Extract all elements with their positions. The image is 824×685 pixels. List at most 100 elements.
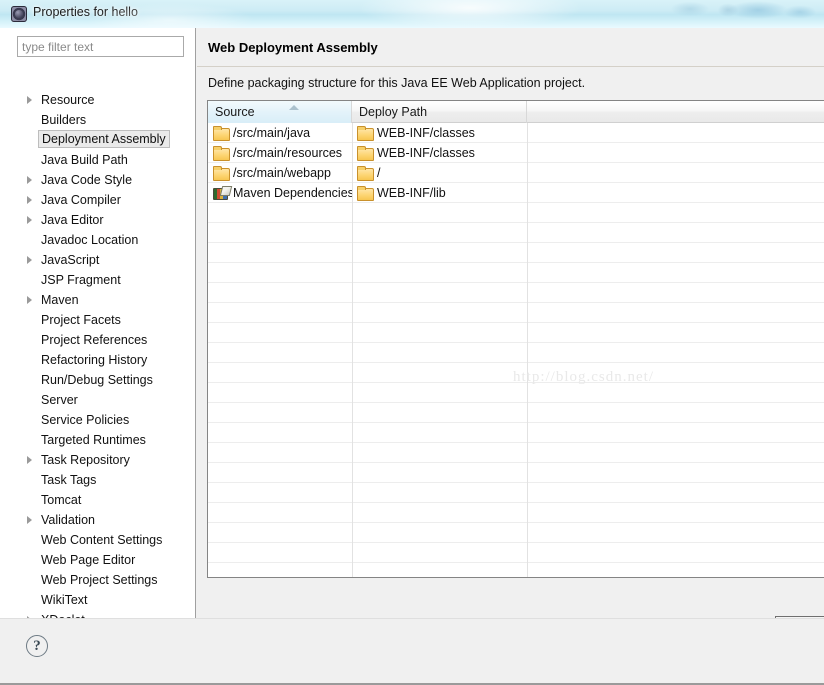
cell-source: /src/main/webapp xyxy=(208,163,352,183)
sidebar-item-builders[interactable]: Builders xyxy=(0,110,195,130)
expand-arrow-icon[interactable] xyxy=(27,216,32,224)
cell-deploy-path: WEB-INF/lib xyxy=(352,183,527,203)
sidebar-item-web-content-settings[interactable]: Web Content Settings xyxy=(0,530,195,550)
sidebar-item-tomcat[interactable]: Tomcat xyxy=(0,490,195,510)
sidebar-item-wikitext[interactable]: WikiText xyxy=(0,590,195,610)
folder-icon xyxy=(357,126,374,141)
sidebar-item-label: Javadoc Location xyxy=(41,233,139,247)
properties-dialog: Properties for hello Resource Builders Dep… xyxy=(0,0,824,685)
table-row[interactable]: /src/main/java WEB-INF/classes xyxy=(208,123,824,143)
sidebar-item-label: Service Policies xyxy=(41,413,130,427)
table-row-empty[interactable] xyxy=(208,223,824,243)
table-row-empty[interactable] xyxy=(208,203,824,223)
sidebar-item-label: Maven xyxy=(41,293,79,307)
table-row-empty[interactable] xyxy=(208,343,824,363)
sidebar-item-task-tags[interactable]: Task Tags xyxy=(0,470,195,490)
cell-source: Maven Dependencies xyxy=(208,183,352,203)
filter-input[interactable] xyxy=(17,36,184,57)
sidebar-item-javadoc-location[interactable]: Javadoc Location xyxy=(0,230,195,250)
table-row-empty[interactable] xyxy=(208,383,824,403)
table-row-empty[interactable] xyxy=(208,323,824,343)
sidebar-item-web-page-editor[interactable]: Web Page Editor xyxy=(0,550,195,570)
window-titlebar[interactable]: Properties for hello xyxy=(0,0,824,28)
sidebar-item-java-editor[interactable]: Java Editor xyxy=(0,210,195,230)
sidebar-item-task-repository[interactable]: Task Repository xyxy=(0,450,195,470)
sidebar-item-label: Run/Debug Settings xyxy=(41,373,153,387)
sidebar-item-label: Resource xyxy=(41,93,95,107)
table-row[interactable]: Maven Dependencies WEB-INF/lib xyxy=(208,183,824,203)
sidebar-item-javascript[interactable]: JavaScript xyxy=(0,250,195,270)
table-row-empty[interactable] xyxy=(208,423,824,443)
cell-deploy-path-label: WEB-INF/classes xyxy=(377,126,475,140)
cell-source: /src/main/java xyxy=(208,123,352,143)
expand-arrow-icon[interactable] xyxy=(27,256,32,264)
cell-source: /src/main/resources xyxy=(208,143,352,163)
table-row-empty[interactable] xyxy=(208,443,824,463)
sidebar-item-server[interactable]: Server xyxy=(0,390,195,410)
sidebar-item-label: Web Content Settings xyxy=(41,533,163,547)
table-row-empty[interactable] xyxy=(208,403,824,423)
table-row-empty[interactable] xyxy=(208,283,824,303)
table-row[interactable]: /src/main/resources WEB-INF/classes xyxy=(208,143,824,163)
column-separator-2[interactable] xyxy=(527,123,528,577)
sidebar-item-java-build-path[interactable]: Java Build Path xyxy=(0,150,195,170)
table-row-empty[interactable] xyxy=(208,243,824,263)
table-row[interactable]: /src/main/webapp / xyxy=(208,163,824,183)
sidebar-item-targeted-runtimes[interactable]: Targeted Runtimes xyxy=(0,430,195,450)
table-row-empty[interactable] xyxy=(208,563,824,577)
column-header-filler xyxy=(527,101,824,123)
sidebar-item-maven[interactable]: Maven xyxy=(0,290,195,310)
sidebar-item-java-code-style[interactable]: Java Code Style xyxy=(0,170,195,190)
sidebar-item-refactoring-history[interactable]: Refactoring History xyxy=(0,350,195,370)
sidebar-item-label: Tomcat xyxy=(41,493,82,507)
table-row-empty[interactable] xyxy=(208,543,824,563)
sort-ascending-icon xyxy=(289,105,299,110)
sidebar-item-label: Deployment Assembly xyxy=(38,130,170,148)
expand-arrow-icon[interactable] xyxy=(27,456,32,464)
table-row-empty[interactable] xyxy=(208,303,824,323)
sidebar-item-label: Web Project Settings xyxy=(41,573,158,587)
expand-arrow-icon[interactable] xyxy=(27,96,32,104)
sidebar-item-deployment-assembly[interactable]: Deployment Assembly xyxy=(0,130,195,150)
sidebar-item-web-project-settings[interactable]: Web Project Settings xyxy=(0,570,195,590)
table-row-empty[interactable] xyxy=(208,503,824,523)
folder-icon xyxy=(213,146,230,161)
folder-icon xyxy=(357,166,374,181)
folder-icon xyxy=(213,166,230,181)
expand-arrow-icon[interactable] xyxy=(27,176,32,184)
sidebar-item-resource[interactable]: Resource xyxy=(0,90,195,110)
sidebar-item-label: Builders xyxy=(41,113,87,127)
sidebar-item-service-policies[interactable]: Service Policies xyxy=(0,410,195,430)
folder-icon xyxy=(213,126,230,141)
table-row-empty[interactable] xyxy=(208,483,824,503)
help-icon[interactable]: ? xyxy=(26,635,48,657)
folder-icon xyxy=(357,186,374,201)
cell-source-label: /src/main/java xyxy=(233,126,311,140)
column-header-source-label: Source xyxy=(215,105,255,119)
sidebar-item-java-compiler[interactable]: Java Compiler xyxy=(0,190,195,210)
expand-arrow-icon[interactable] xyxy=(27,196,32,204)
sidebar-item-project-references[interactable]: Project References xyxy=(0,330,195,350)
table-row-empty[interactable] xyxy=(208,363,824,383)
sidebar-item-label: JSP Fragment xyxy=(41,273,121,287)
sidebar-item-jsp-fragment[interactable]: JSP Fragment xyxy=(0,270,195,290)
sidebar-item-project-facets[interactable]: Project Facets xyxy=(0,310,195,330)
cell-source-label: /src/main/webapp xyxy=(233,166,331,180)
table-row-empty[interactable] xyxy=(208,523,824,543)
expand-arrow-icon[interactable] xyxy=(27,296,32,304)
column-header-source[interactable]: Source xyxy=(208,101,352,123)
maven-dependencies-icon xyxy=(213,186,229,200)
eclipse-properties-icon xyxy=(11,6,27,22)
expand-arrow-icon[interactable] xyxy=(27,516,32,524)
cell-deploy-path: WEB-INF/classes xyxy=(352,123,527,143)
sidebar-item-label: Server xyxy=(41,393,78,407)
column-header-deploy-path[interactable]: Deploy Path xyxy=(352,101,527,123)
table-row-empty[interactable] xyxy=(208,263,824,283)
sidebar-item-validation[interactable]: Validation xyxy=(0,510,195,530)
cell-source-label: /src/main/resources xyxy=(233,146,343,160)
table-row-empty[interactable] xyxy=(208,463,824,483)
sidebar-item-label: Task Tags xyxy=(41,473,97,487)
table-header-row: Source Deploy Path xyxy=(208,101,824,123)
column-separator-1[interactable] xyxy=(352,123,353,577)
sidebar-item-run-debug-settings[interactable]: Run/Debug Settings xyxy=(0,370,195,390)
